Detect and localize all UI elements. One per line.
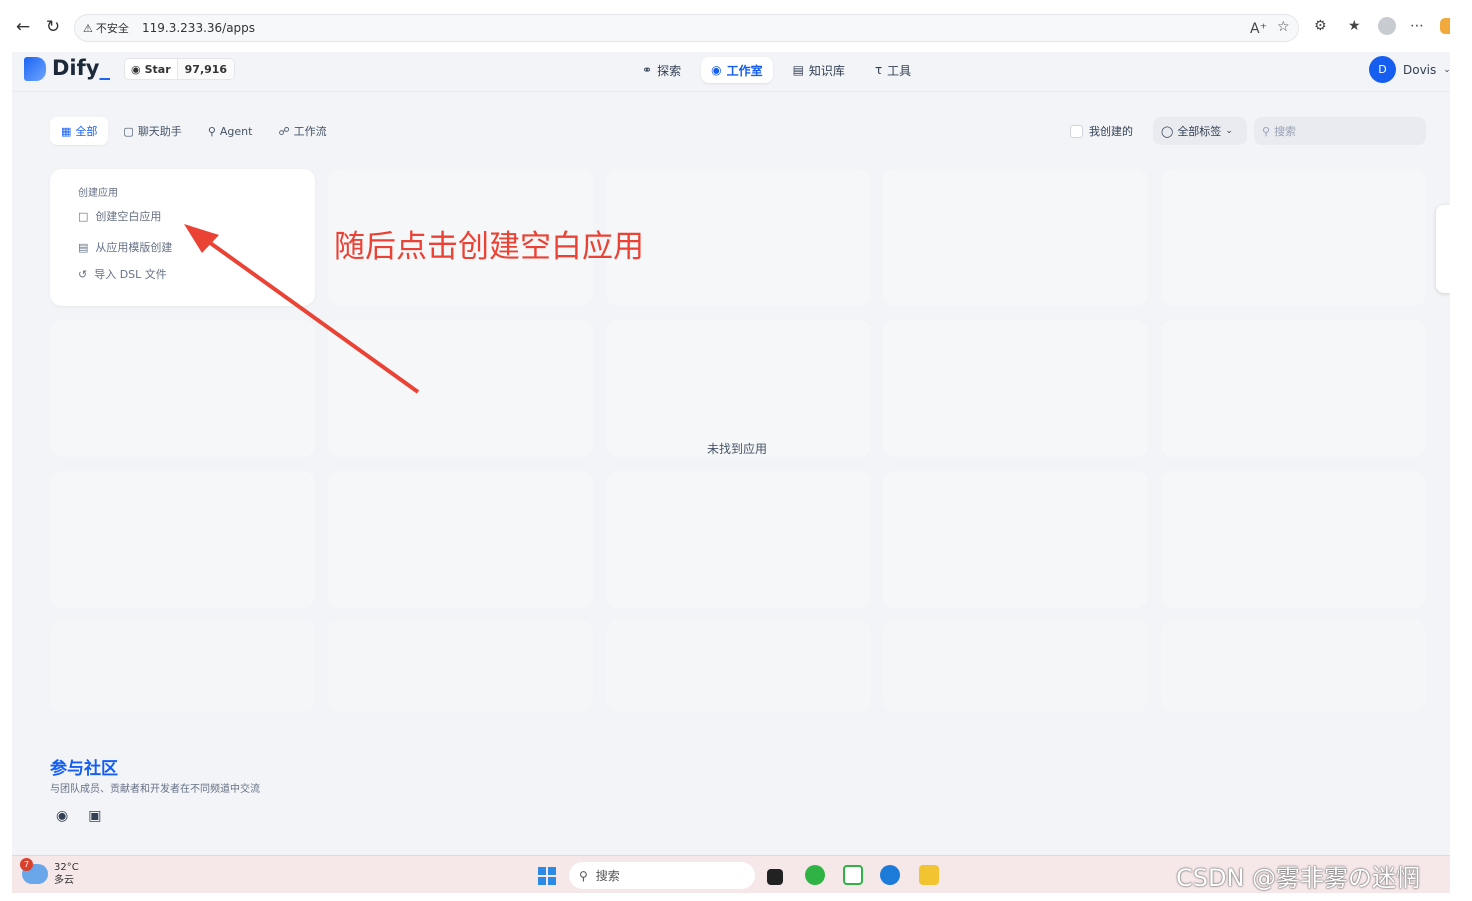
watermark: CSDN @雾非雾の迷惘 xyxy=(1176,864,1421,892)
app-icon[interactable] xyxy=(843,865,863,885)
search-icon: ⚲ xyxy=(579,868,588,883)
community-subtitle: 与团队成员、贡献者和开发者在不同频道中交流 xyxy=(50,784,260,795)
discord-icon[interactable]: ▣ xyxy=(88,808,101,824)
community-links: ◉ ▣ xyxy=(56,808,101,824)
weather-desc: 多云 xyxy=(54,875,74,886)
annotation-arrow xyxy=(184,224,420,394)
github-icon[interactable]: ◉ xyxy=(56,808,68,824)
windows-start-icon[interactable] xyxy=(538,867,556,885)
wechat-icon[interactable] xyxy=(805,865,825,885)
file-explorer-icon[interactable] xyxy=(919,865,939,885)
cloud-icon: 7 xyxy=(20,858,48,884)
browser-window: ← ↻ ⚠ 不安全 119.3.233.36/apps A⁺ ☆ ⚙ ★ ⋯ D… xyxy=(12,0,1450,893)
terminal-icon[interactable] xyxy=(767,869,783,885)
weather-widget[interactable]: 7 32°C 多云 xyxy=(20,858,79,887)
weather-badge: 7 xyxy=(20,858,33,871)
taskbar-search[interactable]: ⚲ 搜索 xyxy=(569,862,755,889)
edge-icon[interactable] xyxy=(880,865,900,885)
weather-temp: 32°C xyxy=(54,862,79,873)
side-widget[interactable] xyxy=(1436,205,1450,293)
community-title: 参与社区 xyxy=(50,759,118,779)
